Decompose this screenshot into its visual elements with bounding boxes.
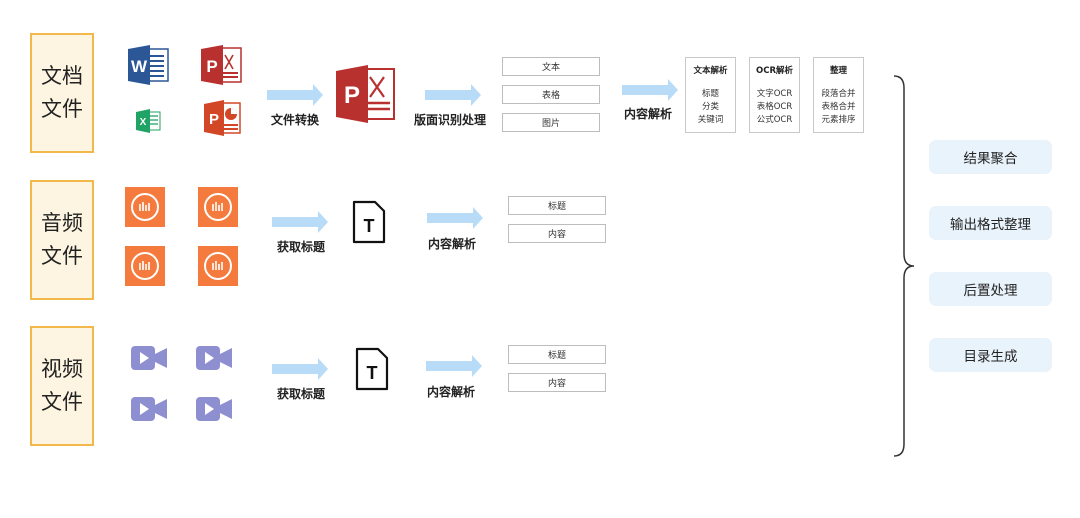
audio-file-icon	[198, 246, 238, 286]
card-organize: 整理 段落合并 表格合并 元素排序	[813, 57, 864, 133]
audio-file-icon	[125, 187, 165, 227]
pdf-icon: P	[201, 45, 242, 85]
audio-file-icon	[125, 246, 165, 286]
text-file-letter: T	[367, 363, 378, 383]
excel-icon: X	[136, 109, 161, 133]
step-post-processing: 后置处理	[929, 272, 1052, 306]
ppt-icon: P	[204, 100, 241, 136]
video-file-icon	[131, 397, 167, 421]
card-item: 标题	[701, 89, 719, 99]
doc-parse-label: 内容解析	[624, 107, 673, 121]
audio-file-icon	[198, 187, 238, 227]
converted-pdf-letter: P	[344, 82, 360, 109]
excel-icon-letter: X	[140, 117, 147, 128]
word-icon-letter: W	[131, 57, 148, 76]
doc-convert-label: 文件转换	[271, 113, 320, 127]
card-ocr-parse: OCR解析 文字OCR 表格OCR 公式OCR	[749, 57, 800, 133]
video-title-label: 获取标题	[277, 387, 326, 401]
doc-layout-label: 版面识别处理	[414, 113, 487, 127]
audio-chip-content: 内容	[508, 224, 606, 243]
card-item: 表格OCR	[756, 102, 793, 112]
step-toc-generation: 目录生成	[929, 338, 1052, 372]
video-parse-arrow	[426, 355, 482, 377]
card-ocr-parse-title: OCR解析	[755, 66, 793, 76]
category-video-label: 视频 文件	[41, 357, 83, 414]
step-result-aggregation: 结果聚合	[929, 140, 1052, 174]
video-file-icon	[196, 346, 232, 370]
word-icon: W	[128, 45, 169, 85]
video-chip-content: 内容	[508, 373, 606, 392]
video-file-icon	[196, 397, 232, 421]
audio-title-arrow	[272, 211, 328, 233]
audio-title-label: 获取标题	[277, 240, 326, 254]
audio-parse-label: 内容解析	[428, 237, 477, 251]
card-text-parse-title: 文本解析	[693, 66, 728, 76]
converted-pdf-icon: P	[336, 65, 395, 123]
category-doc-files: 文档 文件	[30, 33, 94, 153]
card-item: 元素排序	[821, 115, 856, 125]
video-file-icon	[131, 346, 167, 370]
audio-chip-title: 标题	[508, 196, 606, 215]
doc-layout-arrow	[425, 84, 481, 106]
doc-chip-table: 表格	[502, 85, 600, 104]
category-audio-files: 音频 文件	[30, 180, 94, 300]
step-output-format: 输出格式整理	[929, 206, 1052, 240]
card-item: 表格合并	[821, 102, 856, 112]
category-video-files: 视频 文件	[30, 326, 94, 446]
category-doc-label: 文档 文件	[41, 64, 83, 121]
card-item: 段落合并	[821, 89, 856, 99]
card-item: 公式OCR	[756, 115, 793, 125]
video-title-arrow	[272, 358, 328, 380]
card-item: 关键词	[697, 115, 724, 125]
text-file-letter: T	[364, 216, 375, 236]
category-audio-label: 音频 文件	[41, 211, 83, 268]
text-file-icon: T	[355, 347, 389, 391]
video-chip-title: 标题	[508, 345, 606, 364]
ppt-icon-letter: P	[209, 111, 219, 128]
video-parse-label: 内容解析	[427, 385, 476, 399]
doc-chip-text: 文本	[502, 57, 600, 76]
merge-brace	[893, 75, 915, 457]
card-item: 分类	[701, 102, 719, 112]
text-file-icon: T	[352, 200, 386, 244]
card-item: 文字OCR	[756, 89, 793, 99]
card-organize-title: 整理	[829, 66, 847, 76]
audio-parse-arrow	[427, 207, 483, 229]
doc-parse-arrow	[622, 79, 678, 101]
card-text-parse: 文本解析 标题 分类 关键词	[685, 57, 736, 133]
doc-chip-image: 图片	[502, 113, 600, 132]
pdf-icon-letter: P	[206, 57, 217, 76]
doc-convert-arrow	[267, 84, 323, 106]
